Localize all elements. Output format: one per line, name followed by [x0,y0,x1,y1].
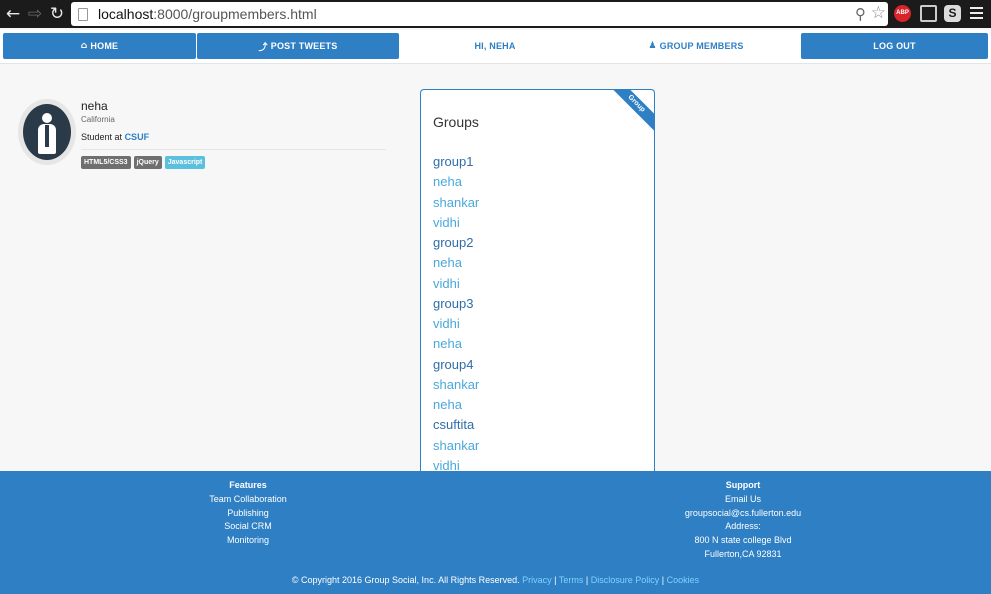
footer-support: Support Email Us groupsocial@cs.fullerto… [643,479,843,562]
copyright-text: © Copyright 2016 Group Social, Inc. All … [291,575,520,585]
nav-home[interactable]: ⌂ HOME [3,33,196,59]
member-name-link[interactable]: vidhi [433,315,479,335]
footer-link-terms[interactable]: Terms [559,575,584,585]
browser-menu-icon[interactable] [970,5,987,22]
url-text[interactable]: localhost:8000/groupmembers.html [98,6,317,22]
avatar [18,99,76,165]
footer-link-publishing[interactable]: Publishing [148,507,348,521]
back-icon[interactable]: ← [4,5,22,23]
member-name-link[interactable]: vidhi [433,214,479,234]
footer-link-cookies[interactable]: Cookies [667,575,700,585]
browser-toolbar: ← ⇨ ↻ localhost:8000/groupmembers.html ⚲… [0,0,991,28]
user-silhouette-icon [23,104,71,160]
forward-icon[interactable]: ⇨ [26,5,44,23]
nav-group-members-label: GROUP MEMBERS [659,41,744,51]
address-bar[interactable]: localhost:8000/groupmembers.html ⚲ ☆ [71,2,888,26]
url-host: localhost [98,6,154,22]
address-label: Address: [725,521,761,532]
study-prefix: Student at [81,132,123,142]
school-link[interactable]: CSUF [125,132,150,142]
support-email: groupsocial@cs.fullerton.edu [684,507,802,518]
group-name-link[interactable]: csuftita [433,416,479,436]
page-icon [78,7,88,21]
groups-title: Groups [433,114,479,130]
group-ribbon: Group [603,90,654,137]
nav-logout[interactable]: LOG OUT [801,33,988,59]
nav-home-label: HOME [90,41,119,51]
group-name-link[interactable]: group2 [433,234,479,254]
footer-link-social-crm[interactable]: Social CRM [148,520,348,534]
skill-tag: jQuery [133,156,162,169]
member-name-link[interactable]: neha [433,254,479,274]
skill-tag: Javascript [164,156,206,169]
member-name-link[interactable]: shankar [433,194,479,214]
member-name-link[interactable]: vidhi [433,457,479,471]
link-separator: | [554,575,557,585]
address-line-2: Fullerton,CA 92831 [704,548,782,559]
member-name-link[interactable]: neha [433,335,479,355]
skill-tag: HTML5/CSS3 [81,156,131,169]
nav-greeting[interactable]: HI, NEHA [399,33,591,59]
address-line-1: 800 N state college Blvd [694,535,792,546]
profile-divider [81,149,386,150]
copyright-line: © Copyright 2016 Group Social, Inc. All … [0,575,991,585]
zoom-icon[interactable]: ⚲ [855,5,866,23]
nav-post-tweets[interactable]: ⤴ POST TWEETS [197,33,399,59]
nav-greeting-label: HI, NEHA [474,41,516,51]
member-name-link[interactable]: shankar [433,376,479,396]
profile-location: California [81,115,115,124]
features-heading: Features [229,480,267,490]
bookmark-star-icon[interactable]: ☆ [871,3,886,23]
nav-group-members[interactable]: ♟ GROUP MEMBERS [600,33,792,59]
member-name-link[interactable]: neha [433,173,479,193]
url-path: :8000/groupmembers.html [153,6,317,22]
footer-link-privacy[interactable]: Privacy [522,575,552,585]
home-icon: ⌂ [80,41,88,51]
footer-link-email-us[interactable]: Email Us [643,493,843,507]
member-name-link[interactable]: shankar [433,437,479,457]
footer-link-monitoring[interactable]: Monitoring [148,534,348,548]
skype-extension-icon[interactable]: S [944,5,961,22]
cast-icon[interactable] [920,5,937,22]
member-name-link[interactable]: neha [433,396,479,416]
profile-study: Student at CSUF [81,132,149,142]
footer: Features Team Collaboration Publishing S… [0,471,991,594]
footer-link-team-collaboration[interactable]: Team Collaboration [148,493,348,507]
footer-link-disclosure-policy[interactable]: Disclosure Policy [591,575,660,585]
top-navigation: ⌂ HOME ⤴ POST TWEETS HI, NEHA ♟ GROUP MEMBE… [0,30,991,64]
reload-icon[interactable]: ↻ [48,5,66,23]
member-name-link[interactable]: vidhi [433,275,479,295]
groups-panel: Group Groups group1 neha shankar vidhi group… [420,89,655,471]
link-separator: | [661,575,665,585]
group-name-link[interactable]: group4 [433,356,479,376]
adblock-extension-icon[interactable]: ABP [894,5,911,22]
group-name-link[interactable]: group1 [433,153,479,173]
group-name-link[interactable]: group3 [433,295,479,315]
footer-features: Features Team Collaboration Publishing S… [148,479,348,548]
nav-post-tweets-label: POST TWEETS [270,41,338,51]
nav-logout-label: LOG OUT [873,41,916,51]
support-heading: Support [725,480,761,490]
link-separator: | [585,575,589,585]
user-icon: ♟ [648,41,657,51]
profile-name: neha [81,99,108,113]
groups-list: group1 neha shankar vidhi group2 neha vidhi gro… [433,153,479,471]
share-icon: ⤴ [258,42,268,53]
skill-tags: HTML5/CSS3 jQuery Javascript [81,156,206,169]
